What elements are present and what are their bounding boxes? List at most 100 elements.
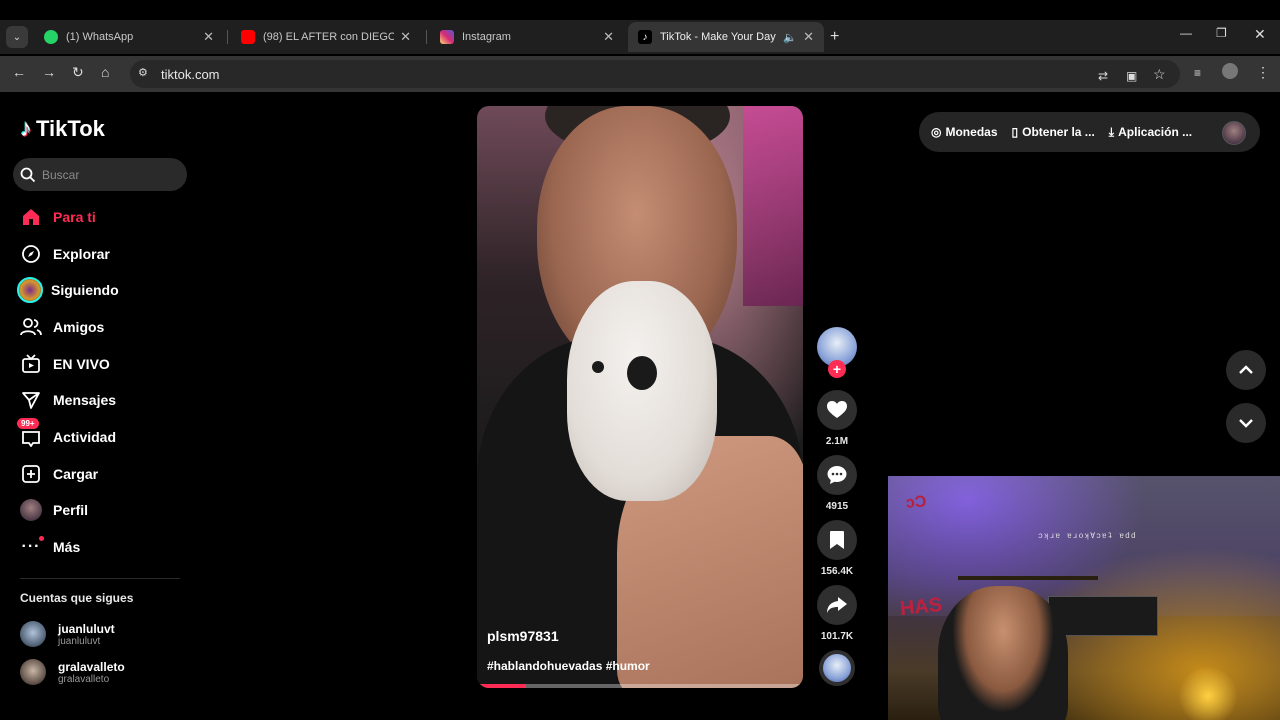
- account-name: juanluluvt: [58, 621, 115, 636]
- comment-count: 4915: [825, 501, 849, 512]
- get-app-label: Obtener la ...: [1022, 125, 1095, 139]
- tab-separator: [227, 30, 228, 44]
- url-text[interactable]: tiktok.com: [161, 67, 220, 82]
- tiktok-icon: ♪: [638, 30, 652, 44]
- friends-icon: [20, 316, 42, 338]
- tab-youtube[interactable]: (98) EL AFTER con DIEGO POGG ✕: [231, 24, 421, 50]
- download-app-label: Aplicación ...: [1118, 125, 1193, 139]
- nav-para-ti[interactable]: Para ti: [20, 202, 190, 232]
- nav-cargar[interactable]: Cargar: [20, 459, 190, 489]
- share-count: 101.7K: [820, 631, 854, 642]
- next-video-button[interactable]: [1226, 403, 1266, 443]
- forward-icon[interactable]: →: [42, 64, 56, 80]
- puppy-eye-patch: [627, 356, 657, 390]
- webcam-person: [938, 586, 1068, 720]
- sidebar-divider: [20, 578, 180, 579]
- save-button[interactable]: [817, 520, 857, 560]
- search-box[interactable]: [13, 158, 187, 191]
- tab-instagram[interactable]: Instagram ✕: [430, 24, 624, 50]
- previous-video-button[interactable]: [1226, 350, 1266, 390]
- nav-label: Para ti: [53, 209, 96, 225]
- account-name: gralavalleto: [58, 659, 125, 674]
- video-puppy: [567, 281, 717, 501]
- browser-tab-bar: ⌄ (1) WhatsApp ✕ (98) EL AFTER con DIEGO…: [0, 0, 1280, 56]
- follow-plus-icon[interactable]: +: [828, 360, 846, 378]
- tab-title: (1) WhatsApp: [66, 31, 134, 43]
- home-icon[interactable]: ⌂: [101, 64, 109, 80]
- following-account[interactable]: juanluluvt juanluluvt: [20, 621, 115, 647]
- nav-mensajes[interactable]: Mensajes: [20, 385, 190, 415]
- reload-icon[interactable]: ↻: [72, 64, 84, 81]
- tab-search-menu[interactable]: ⌄: [6, 26, 28, 48]
- account-handle: gralavalleto: [58, 673, 110, 685]
- bookmark-star-icon[interactable]: ☆: [1153, 66, 1166, 83]
- media-control-icon[interactable]: ≡: [1194, 66, 1201, 80]
- wall-graffiti: HAS: [898, 593, 944, 621]
- avatar: [20, 621, 46, 647]
- address-bar[interactable]: ⚙ tiktok.com ⇄ ▣ ☆: [130, 60, 1180, 88]
- nav-actividad[interactable]: 99+ Actividad: [17, 418, 190, 452]
- search-input[interactable]: [42, 167, 182, 182]
- tab-whatsapp[interactable]: (1) WhatsApp ✕: [34, 24, 224, 50]
- tab-close-icon[interactable]: ✕: [400, 29, 411, 45]
- nav-amigos[interactable]: Amigos: [20, 312, 190, 342]
- video-progress-bar[interactable]: [477, 684, 803, 688]
- nav-label: Mensajes: [53, 392, 117, 408]
- menu-dots-icon[interactable]: ⋮: [1256, 64, 1270, 81]
- coins-button[interactable]: ◎ Monedas: [931, 125, 998, 139]
- like-button[interactable]: [817, 390, 857, 430]
- music-disc-icon[interactable]: [819, 650, 855, 686]
- speaker-icon[interactable]: 🔈: [783, 31, 797, 44]
- nav-label: Amigos: [53, 319, 105, 335]
- nav-siguiendo[interactable]: Siguiendo: [17, 275, 190, 305]
- webcam-caption: ɔʞɹɐ ɐɹoʞ∀ɔɐʇ ɐdd: [1038, 532, 1137, 541]
- search-icon[interactable]: [19, 166, 37, 184]
- video-hashtags[interactable]: #hablandohuevadas #humor: [487, 659, 650, 673]
- compass-icon: [20, 243, 42, 265]
- profile-avatar-icon: [20, 499, 42, 521]
- wall-graffiti: ɔƆ: [905, 493, 927, 512]
- nav-perfil[interactable]: Perfil: [20, 495, 190, 525]
- nav-mas[interactable]: ··· Más: [20, 532, 190, 562]
- get-app-button[interactable]: ▯ Obtener la ...: [1012, 125, 1095, 139]
- tab-title: TikTok - Make Your Day: [660, 31, 776, 43]
- whatsapp-icon: [44, 30, 58, 44]
- close-window-icon[interactable]: ✕: [1254, 26, 1266, 43]
- tab-close-icon[interactable]: ✕: [203, 29, 214, 45]
- install-app-icon[interactable]: ▣: [1126, 69, 1137, 83]
- video-player[interactable]: plsm97831 #hablandohuevadas #humor: [477, 106, 803, 688]
- download-icon: ⤓: [1108, 124, 1115, 139]
- tiktok-note-icon: ♪: [20, 115, 32, 142]
- account-handle: juanluluvt: [58, 635, 101, 647]
- video-progress-fill: [477, 684, 526, 688]
- download-app-button[interactable]: ⤓ Aplicación ...: [1109, 125, 1192, 140]
- translate-icon[interactable]: ⇄: [1098, 69, 1108, 83]
- restore-icon[interactable]: ❐: [1216, 26, 1227, 40]
- nav-explorar[interactable]: Explorar: [20, 239, 190, 269]
- share-button[interactable]: [817, 585, 857, 625]
- nav-label: Perfil: [53, 502, 89, 518]
- tab-close-icon[interactable]: ✕: [603, 29, 614, 45]
- logo-text: TikTok: [36, 116, 105, 141]
- tab-close-icon[interactable]: ✕: [803, 29, 814, 45]
- coin-icon: ◎: [931, 125, 942, 139]
- comment-button[interactable]: [817, 455, 857, 495]
- tiktok-logo[interactable]: ♪ TikTok: [20, 115, 105, 143]
- nav-en-vivo[interactable]: EN VIVO: [20, 349, 190, 379]
- new-tab-button[interactable]: +: [830, 28, 839, 46]
- like-count: 2.1M: [825, 436, 849, 447]
- instagram-icon: [440, 30, 454, 44]
- tab-tiktok[interactable]: ♪ TikTok - Make Your Day 🔈 ✕: [628, 22, 824, 52]
- following-title: Cuentas que sigues: [20, 591, 134, 605]
- following-account[interactable]: gralavalleto gralavalleto: [20, 659, 125, 685]
- back-icon[interactable]: ←: [12, 64, 26, 80]
- top-action-bar: ◎ Monedas ▯ Obtener la ... ⤓ Aplicación …: [919, 112, 1260, 152]
- more-dots-icon: ···: [20, 536, 44, 558]
- tab-separator: [426, 30, 427, 44]
- webcam-wall: [888, 476, 1280, 616]
- video-username[interactable]: plsm97831: [487, 628, 559, 644]
- user-avatar[interactable]: [1222, 121, 1246, 145]
- site-settings-icon[interactable]: ⚙: [138, 66, 148, 79]
- minimize-icon[interactable]: —: [1180, 26, 1192, 40]
- profile-icon[interactable]: [1222, 63, 1238, 79]
